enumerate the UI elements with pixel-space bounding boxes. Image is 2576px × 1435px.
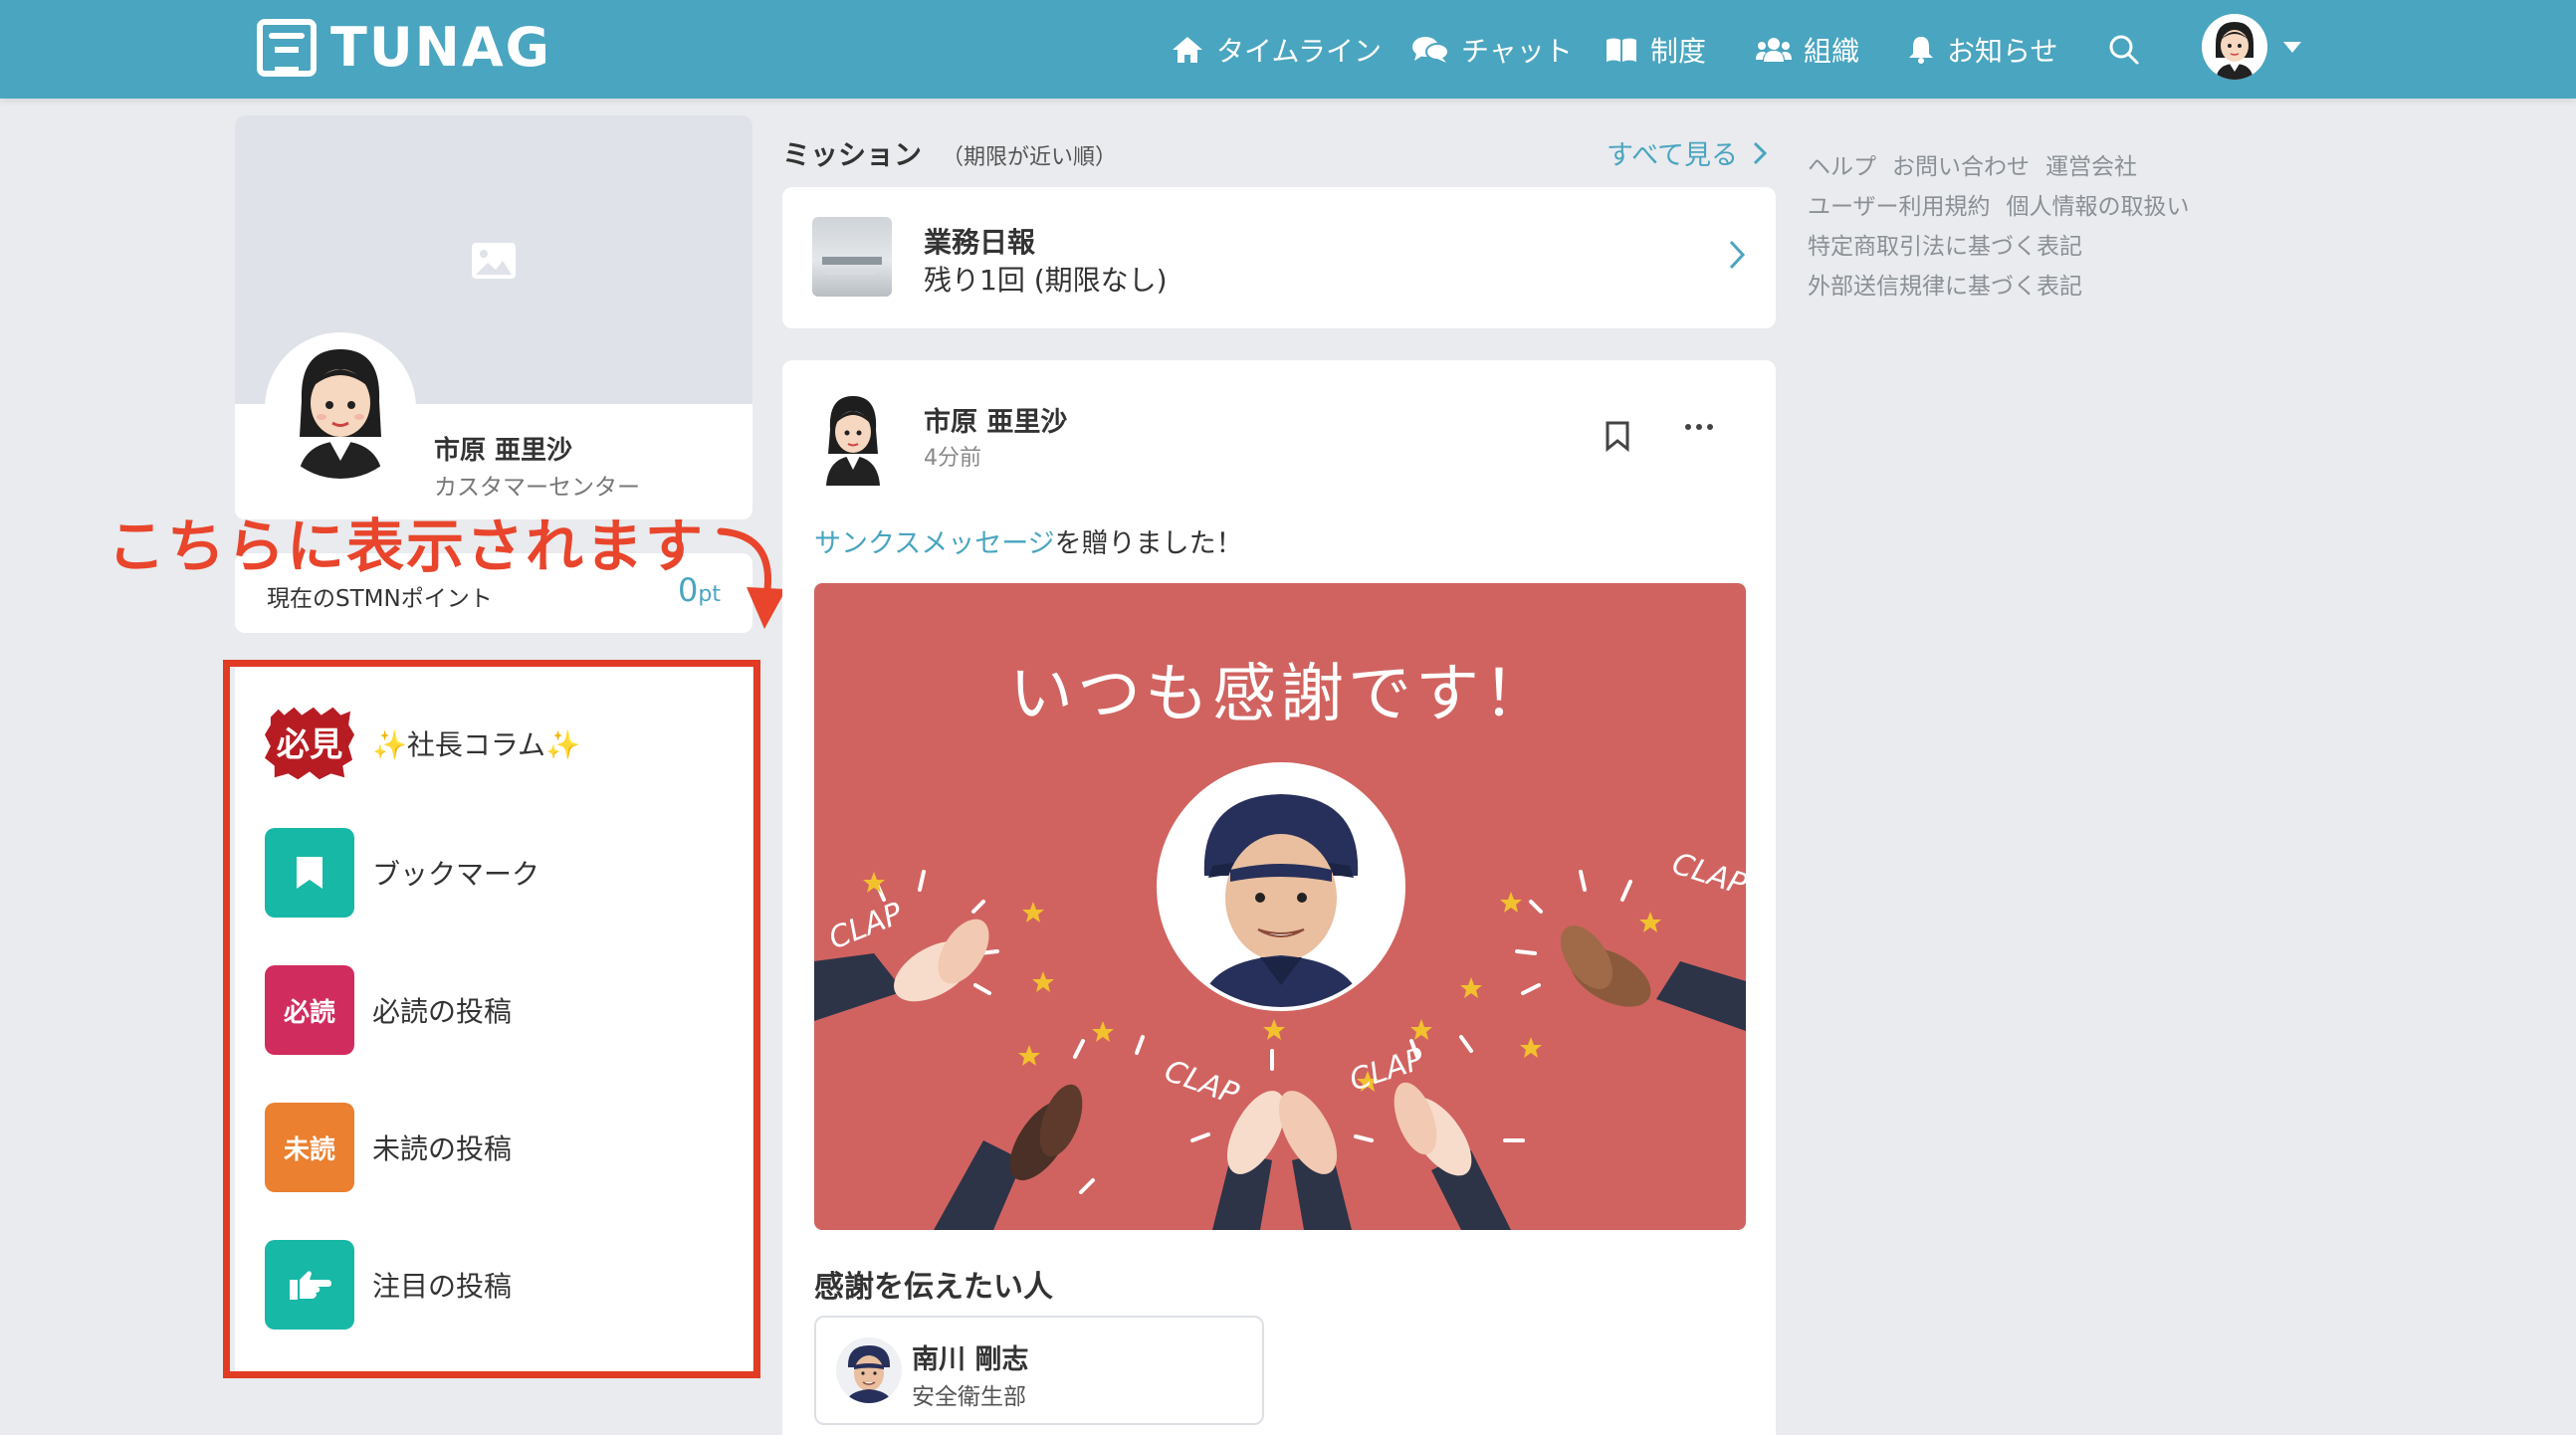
link-external-transmission[interactable]: 外部送信規律に基づく表記 [1808, 274, 2082, 300]
see-all-label: すべて見る [1607, 140, 1739, 171]
clap-text: CLAP [1668, 846, 1746, 903]
chevron-right-icon [1729, 240, 1746, 270]
user-avatar[interactable] [2202, 14, 2267, 80]
nav-chat[interactable]: チャット [1411, 0, 1573, 99]
link-commerce-law[interactable]: 特定商取引法に基づく表記 [1808, 234, 2082, 260]
receivers-title: 感謝を伝えたい人 [814, 1270, 1053, 1305]
post-text-rest: を贈りました！ [1054, 528, 1243, 559]
thanks-message-link[interactable]: サンクスメッセージ [814, 528, 1055, 559]
chat-icon [1411, 35, 1449, 65]
more-options-icon[interactable] [1684, 422, 1714, 432]
clap-text: CLAP [1160, 1054, 1243, 1113]
logo-text: TUNAG [330, 16, 551, 79]
nav-timeline-label: タイムライン [1216, 34, 1383, 68]
nav-chat-label: チャット [1461, 34, 1573, 68]
nav-policy[interactable]: 制度 [1605, 0, 1706, 99]
post-card: 市原 亜里沙 4分前 サンクスメッセージを贈りました！ いつも感謝です！ CLA… [782, 360, 1776, 1435]
image-placeholder-icon [470, 241, 518, 285]
receiver-avatar [836, 1337, 902, 1403]
nav-organization-label: 組織 [1804, 34, 1860, 68]
receiver-card[interactable]: 南川 剛志 安全衛生部 [814, 1316, 1264, 1425]
search-icon [2108, 34, 2140, 66]
post-text: サンクスメッセージを贈りました！ [814, 521, 1243, 560]
mission-subtitle: （期限が近い順） [942, 145, 1118, 170]
see-all-link[interactable]: すべて見る [1607, 133, 1768, 172]
post-author-avatar[interactable] [816, 390, 890, 486]
logo-icon [257, 18, 317, 77]
footer-links: ヘルプ お問い合わせ 運営会社 ユーザー利用規約 個人情報の取扱い 特定商取引法に基づ… [1808, 147, 2226, 307]
profile-name[interactable]: 市原 亜里沙 [434, 430, 572, 467]
nav-notifications[interactable]: お知らせ [1907, 0, 2057, 99]
clap-text: CLAP [824, 896, 909, 956]
people-icon [1756, 36, 1792, 64]
nav-organization[interactable]: 組織 [1756, 0, 1859, 99]
bookmark-icon[interactable] [1605, 420, 1630, 452]
home-icon [1171, 35, 1204, 65]
search-button[interactable] [2108, 0, 2140, 99]
post-timestamp: 4分前 [924, 446, 981, 471]
highlight-frame [223, 660, 760, 1378]
nav-policy-label: 制度 [1650, 34, 1707, 68]
points-label: 現在のSTMNポイント [267, 586, 493, 612]
bell-icon [1907, 35, 1935, 65]
receiver-photo [1157, 762, 1405, 1011]
mission-name: 業務日報 [924, 226, 1036, 259]
receiver-department: 安全衛生部 [912, 1384, 1026, 1410]
mission-remaining: 残り1回 (期限なし) [924, 264, 1168, 297]
thanks-card-image[interactable]: いつも感謝です！ CLAP CLAP CLAP CLAP [814, 583, 1746, 1230]
post-author-name[interactable]: 市原 亜里沙 [924, 400, 1067, 439]
nav-timeline[interactable]: タイムライン [1171, 0, 1382, 99]
mission-title: ミッション [782, 138, 923, 171]
book-icon [1605, 36, 1638, 64]
annotation-text: こちらに表示されます [107, 512, 706, 580]
chevron-right-icon [1753, 141, 1768, 164]
profile-card: 市原 亜里沙 カスタマーセンター [235, 115, 752, 519]
mission-thumbnail [812, 217, 892, 297]
link-privacy[interactable]: 個人情報の取扱い [2007, 194, 2190, 220]
nav-notifications-label: お知らせ [1947, 34, 2058, 68]
link-company[interactable]: 運営会社 [2045, 154, 2137, 180]
profile-avatar[interactable] [265, 332, 416, 484]
link-contact[interactable]: お問い合わせ [1892, 154, 2030, 180]
link-terms[interactable]: ユーザー利用規約 [1808, 194, 1991, 220]
account-menu-caret[interactable] [2283, 42, 2301, 53]
tunag-logo[interactable]: TUNAG [257, 16, 551, 79]
mission-card[interactable]: 業務日報 残り1回 (期限なし) [782, 187, 1776, 328]
profile-department: カスタマーセンター [434, 475, 640, 501]
receiver-name: 南川 剛志 [912, 1344, 1029, 1375]
top-header: TUNAG タイムライン チャット 制度 組織 お知らせ [0, 0, 2576, 99]
link-help[interactable]: ヘルプ [1808, 154, 1876, 180]
